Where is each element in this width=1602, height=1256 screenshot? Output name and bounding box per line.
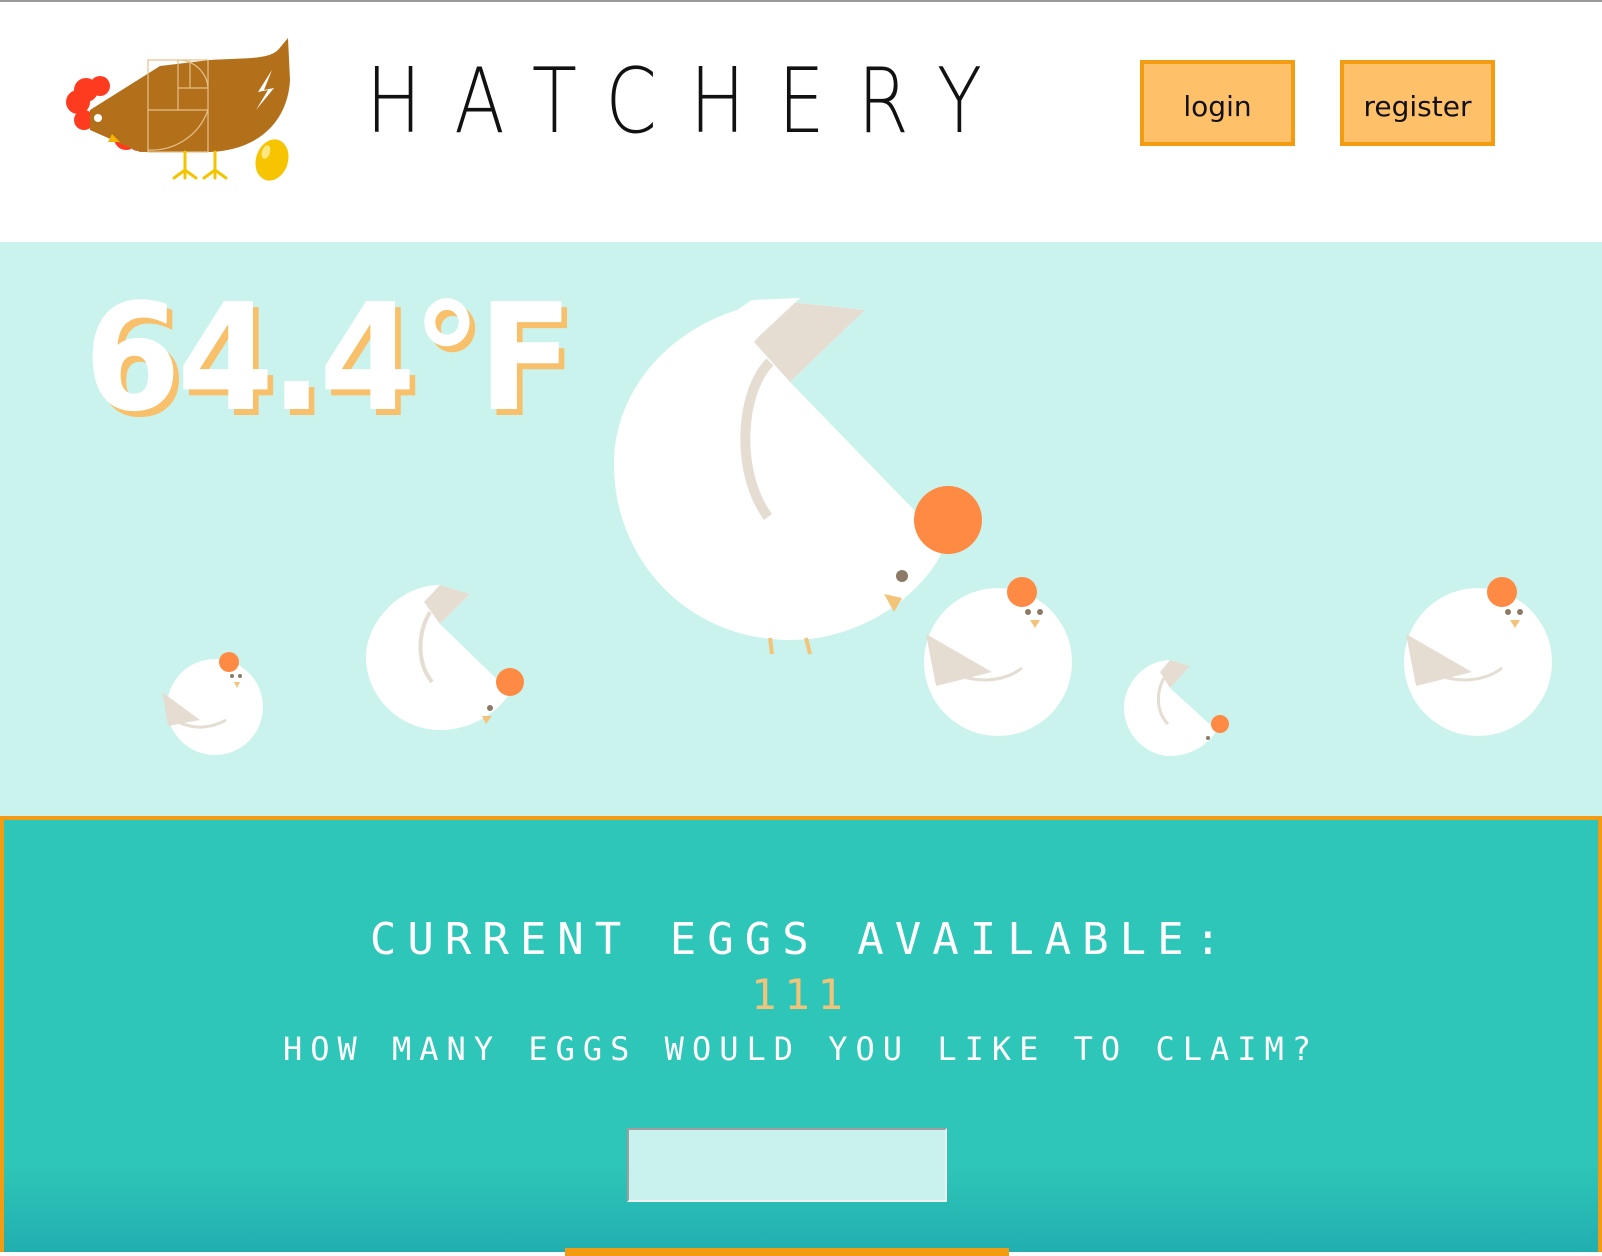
temperature-readout: 64.4°F xyxy=(84,272,573,444)
claim-question-label: HOW MANY EGGS WOULD YOU LIKE TO CLAIM? xyxy=(282,1030,1320,1068)
submit-button[interactable] xyxy=(565,1248,1009,1256)
upright-hen-icon xyxy=(924,577,1072,736)
small-hen-icon xyxy=(162,652,263,755)
site-title: HATCHERY xyxy=(366,49,1015,154)
egg-claim-panel: CURRENT EGGS AVAILABLE: 111 HOW MANY EGG… xyxy=(0,816,1602,1256)
egg-quantity-input[interactable] xyxy=(627,1128,947,1202)
big-hen-icon xyxy=(614,298,982,655)
hero-banner: 64.4°F xyxy=(0,242,1602,816)
register-button[interactable]: register xyxy=(1340,60,1495,146)
pecking-hen-icon xyxy=(366,585,524,730)
small-pecking-hen-icon xyxy=(1124,660,1229,756)
site-header: HATCHERY login register xyxy=(0,2,1602,242)
eggs-available-count: 111 xyxy=(751,970,851,1019)
eggs-available-label: CURRENT EGGS AVAILABLE: xyxy=(369,914,1233,965)
upright-hen-right-icon xyxy=(1404,577,1552,736)
hen-logo-icon[interactable] xyxy=(60,30,300,190)
login-button[interactable]: login xyxy=(1140,60,1295,146)
